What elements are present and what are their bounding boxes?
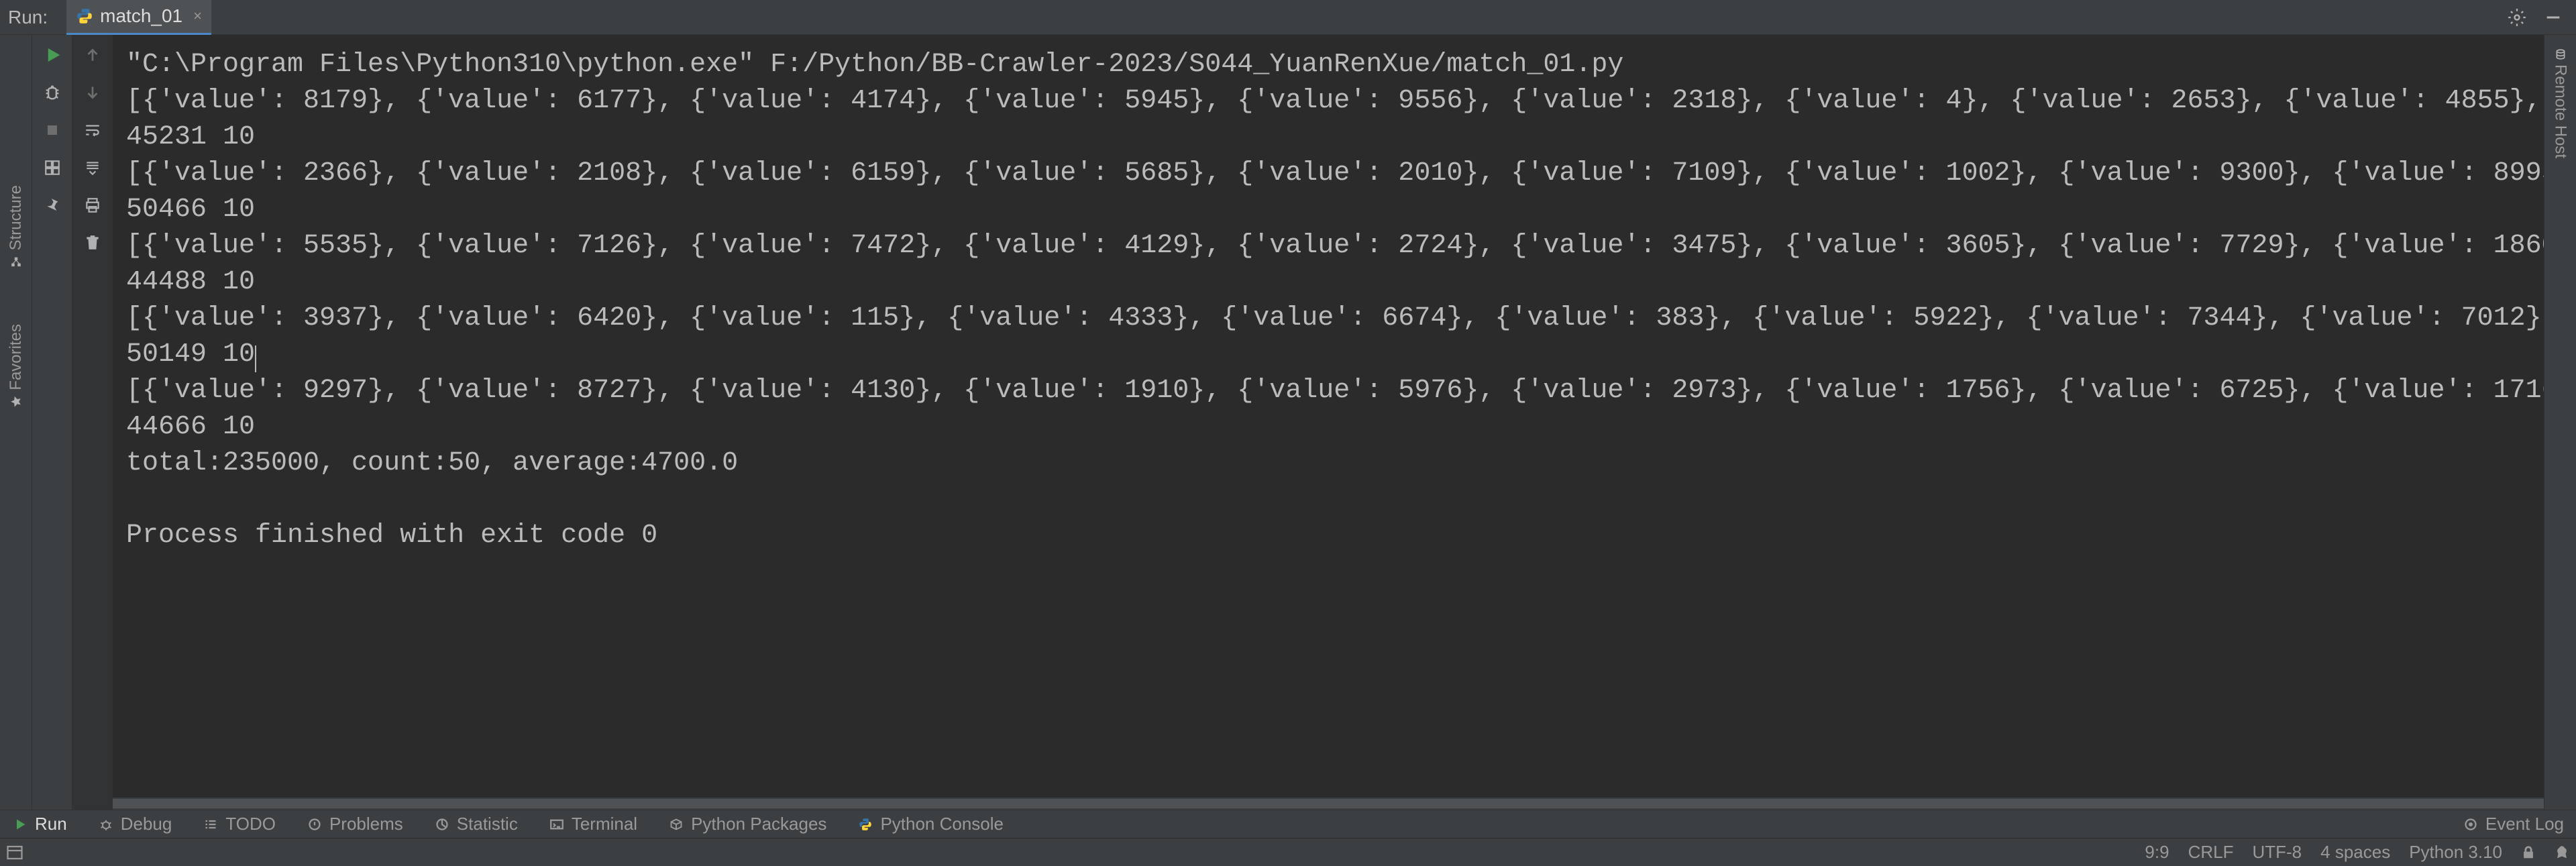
run-icon: [12, 816, 28, 832]
console-line: [{'value': 9297}, {'value': 8727}, {'val…: [126, 373, 2530, 409]
run-toolbar: [32, 35, 72, 810]
remote-host-label: Remote Host: [2551, 64, 2570, 158]
scroll-to-end-button[interactable]: [80, 156, 105, 180]
terminal-tab-label: Terminal: [572, 814, 637, 834]
minimize-icon[interactable]: [2542, 7, 2564, 28]
problems-tab-button[interactable]: Problems: [301, 811, 409, 837]
console-line: Process finished with exit code 0: [126, 518, 2530, 554]
python-console-tab-label: Python Console: [880, 814, 1004, 834]
run-tab[interactable]: match_01 ×: [66, 0, 211, 35]
readonly-lock-icon[interactable]: [2521, 845, 2536, 860]
down-arrow-button[interactable]: [80, 80, 105, 105]
soft-wrap-button[interactable]: [80, 118, 105, 142]
tab-close-button[interactable]: ×: [193, 7, 202, 25]
remote-host-tool-button[interactable]: Remote Host: [2551, 43, 2570, 164]
bug-icon: [98, 816, 114, 832]
console-line: "C:\Program Files\Python310\python.exe" …: [126, 47, 2530, 83]
console-line: 50149 10: [126, 337, 2530, 373]
interpreter[interactable]: Python 3.10: [2409, 842, 2502, 863]
favorites-label: Favorites: [7, 324, 25, 390]
run-label: Run:: [8, 7, 48, 28]
structure-icon: [10, 256, 22, 268]
clear-all-button[interactable]: [80, 231, 105, 255]
star-icon: [10, 396, 22, 408]
favorites-tool-button[interactable]: Favorites: [7, 316, 25, 416]
event-log-icon: [2463, 816, 2479, 832]
statistic-tab-label: Statistic: [457, 814, 518, 834]
console-line: 44488 10: [126, 264, 2530, 301]
console-line: 44666 10: [126, 409, 2530, 445]
console-line: [{'value': 3937}, {'value': 6420}, {'val…: [126, 301, 2530, 337]
problems-icon: [307, 816, 323, 832]
run-tab-label: Run: [35, 814, 67, 834]
debug-settings-button[interactable]: [40, 80, 64, 105]
cursor-position[interactable]: 9:9: [2145, 842, 2169, 863]
tool-windows-icon[interactable]: [7, 845, 23, 861]
layout-button[interactable]: [40, 156, 64, 180]
console-line: [{'value': 8179}, {'value': 6177}, {'val…: [126, 83, 2530, 119]
encoding[interactable]: UTF-8: [2252, 842, 2302, 863]
up-arrow-button[interactable]: [80, 43, 105, 67]
indent[interactable]: 4 spaces: [2320, 842, 2390, 863]
python-file-icon: [76, 7, 93, 25]
statistic-tab-button[interactable]: Statistic: [429, 811, 523, 837]
debug-tab-button[interactable]: Debug: [93, 811, 178, 837]
python-console-icon: [857, 816, 873, 832]
console-line: 50466 10: [126, 192, 2530, 228]
database-icon: [2555, 48, 2567, 60]
settings-icon[interactable]: [2506, 7, 2528, 28]
event-log-tab-button[interactable]: Event Log: [2457, 811, 2569, 837]
console-line: 45231 10: [126, 119, 2530, 156]
line-ending[interactable]: CRLF: [2188, 842, 2234, 863]
console-line: [{'value': 2366}, {'value': 2108}, {'val…: [126, 156, 2530, 192]
pin-button[interactable]: [40, 193, 64, 217]
problems-tab-label: Problems: [329, 814, 403, 834]
terminal-tab-button[interactable]: Terminal: [543, 811, 643, 837]
debug-tab-label: Debug: [121, 814, 172, 834]
text-caret: [255, 345, 256, 372]
python-packages-tab-button[interactable]: Python Packages: [663, 811, 832, 837]
structure-label: Structure: [7, 185, 25, 250]
print-button[interactable]: [80, 193, 105, 217]
right-sidebar: Remote Host: [2544, 35, 2576, 810]
todo-icon: [203, 816, 219, 832]
console-line: [126, 482, 2530, 518]
packages-icon: [668, 816, 684, 832]
tab-title: match_01: [100, 5, 182, 27]
status-bar: 9:9 CRLF UTF-8 4 spaces Python 3.10: [0, 838, 2576, 866]
statistic-icon: [434, 816, 450, 832]
python-console-tab-button[interactable]: Python Console: [852, 811, 1009, 837]
structure-tool-button[interactable]: Structure: [7, 177, 25, 276]
run-tab-button[interactable]: Run: [7, 811, 72, 837]
rerun-button[interactable]: [40, 43, 64, 67]
horizontal-scrollbar[interactable]: [113, 798, 2544, 810]
console-line: [{'value': 5535}, {'value': 7126}, {'val…: [126, 228, 2530, 264]
horizontal-scrollbar-thumb[interactable]: [113, 799, 2544, 808]
console-line: total:235000, count:50, average:4700.0: [126, 445, 2530, 482]
left-sidebar: Structure Favorites: [0, 35, 32, 810]
event-log-tab-label: Event Log: [2485, 814, 2564, 834]
console-toolbar: [72, 35, 113, 810]
todo-tab-button[interactable]: TODO: [197, 811, 281, 837]
console-output[interactable]: "C:\Program Files\Python310\python.exe" …: [113, 35, 2544, 810]
bottom-tool-tabs: Run Debug TODO Problems Statistic Termin…: [0, 810, 2576, 838]
python-packages-tab-label: Python Packages: [691, 814, 826, 834]
todo-tab-label: TODO: [225, 814, 276, 834]
run-header-bar: Run: match_01 ×: [0, 0, 2576, 35]
terminal-icon: [549, 816, 565, 832]
stop-button[interactable]: [40, 118, 64, 142]
inspection-icon[interactable]: [2555, 845, 2569, 860]
